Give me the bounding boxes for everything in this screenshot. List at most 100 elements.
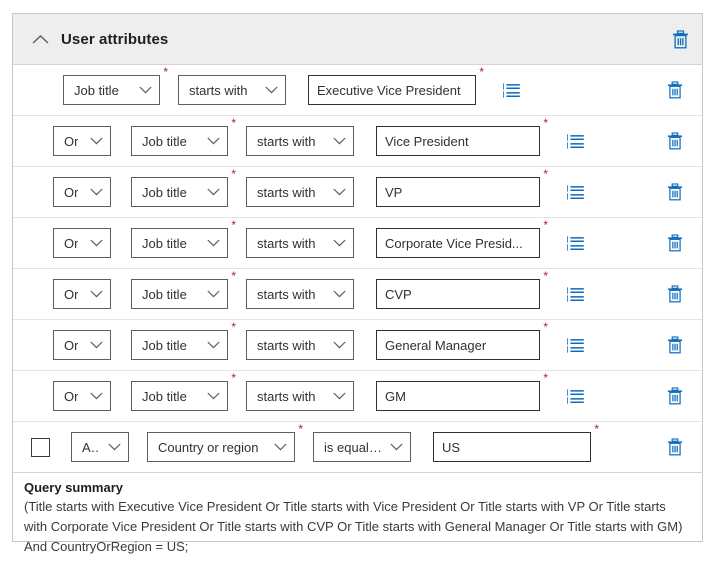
delete-row-button[interactable] — [658, 371, 692, 421]
chevron-down-icon — [390, 443, 403, 451]
attribute-dropdown[interactable]: Job title — [131, 126, 228, 156]
row-select-checkbox-cell — [25, 438, 71, 457]
operator-dropdown[interactable]: starts with — [246, 228, 354, 258]
select-values-button[interactable] — [558, 389, 592, 404]
trash-icon — [667, 183, 683, 201]
attribute-dropdown[interactable]: Country or region — [147, 432, 295, 462]
attribute-dropdown[interactable]: Job title — [63, 75, 160, 105]
delete-row-button[interactable] — [658, 167, 692, 217]
chevron-down-icon — [90, 290, 103, 298]
required-asterisk: * — [163, 66, 168, 78]
delete-row-button[interactable] — [658, 65, 692, 115]
conjunction-value: Or — [64, 236, 78, 251]
value-cell: GM* — [376, 381, 540, 411]
trash-icon — [672, 30, 689, 49]
attribute-value: Job title — [142, 134, 187, 149]
conjunction-dropdown[interactable]: Or — [53, 279, 111, 309]
conjunction-dropdown[interactable]: Or — [53, 177, 111, 207]
select-values-button[interactable] — [558, 185, 592, 200]
user-attributes-panel: User attributes Job title*starts withExe… — [12, 13, 703, 542]
value-input[interactable]: US — [433, 432, 591, 462]
select-values-button[interactable] — [494, 83, 528, 98]
value-text: Executive Vice President — [317, 83, 461, 98]
conjunction-dropdown[interactable]: Or — [53, 126, 111, 156]
value-cell: VP* — [376, 177, 540, 207]
trash-icon — [667, 234, 683, 252]
row-select-checkbox[interactable] — [31, 438, 50, 457]
bulleted-list-icon — [567, 236, 584, 251]
chevron-down-icon — [207, 188, 220, 196]
attribute-value: Job title — [142, 287, 187, 302]
operator-dropdown[interactable]: starts with — [246, 177, 354, 207]
operator-dropdown[interactable]: starts with — [246, 279, 354, 309]
select-values-button[interactable] — [558, 134, 592, 149]
operator-cell: starts with — [246, 381, 354, 411]
attribute-dropdown[interactable]: Job title — [131, 279, 228, 309]
attribute-cell: Country or region* — [147, 432, 295, 462]
value-input[interactable]: GM — [376, 381, 540, 411]
value-input[interactable]: Vice President — [376, 126, 540, 156]
conjunction-dropdown[interactable]: Or — [53, 330, 111, 360]
select-values-button[interactable] — [558, 287, 592, 302]
delete-group-button[interactable] — [658, 14, 702, 64]
value-input[interactable]: VP — [376, 177, 540, 207]
operator-value: starts with — [257, 287, 316, 302]
delete-row-button[interactable] — [658, 116, 692, 166]
required-asterisk: * — [543, 117, 548, 129]
required-asterisk: * — [543, 168, 548, 180]
delete-row-button[interactable] — [658, 320, 692, 370]
delete-row-button[interactable] — [658, 422, 692, 472]
operator-dropdown[interactable]: starts with — [246, 330, 354, 360]
chevron-down-icon — [333, 239, 346, 247]
conjunction-dropdown[interactable]: Or — [53, 228, 111, 258]
value-input[interactable]: Corporate Vice Presid... — [376, 228, 540, 258]
required-asterisk: * — [298, 423, 303, 435]
operator-dropdown[interactable]: starts with — [246, 381, 354, 411]
conjunction-cell: Or — [53, 228, 111, 258]
conjunction-cell: Or — [53, 330, 111, 360]
trash-icon — [667, 132, 683, 150]
delete-row-button[interactable] — [658, 218, 692, 268]
operator-value: is equal to — [324, 440, 382, 455]
chevron-down-icon — [90, 341, 103, 349]
attribute-dropdown[interactable]: Job title — [131, 228, 228, 258]
attribute-dropdown[interactable]: Job title — [131, 381, 228, 411]
select-values-button[interactable] — [558, 338, 592, 353]
delete-row-button[interactable] — [658, 269, 692, 319]
chevron-down-icon — [90, 137, 103, 145]
conjunction-dropdown[interactable]: Or — [53, 381, 111, 411]
bulleted-list-icon — [567, 134, 584, 149]
chevron-up-icon[interactable] — [27, 26, 53, 52]
attribute-value: Job title — [142, 389, 187, 404]
operator-value: starts with — [257, 185, 316, 200]
attribute-cell: Job title* — [131, 126, 228, 156]
operator-dropdown[interactable]: starts with — [246, 126, 354, 156]
required-asterisk: * — [543, 270, 548, 282]
conjunction-value: And — [82, 440, 100, 455]
trash-icon — [667, 336, 683, 354]
value-input[interactable]: CVP — [376, 279, 540, 309]
value-cell: Vice President* — [376, 126, 540, 156]
conjunction-dropdown[interactable]: And — [71, 432, 129, 462]
attribute-cell: Job title* — [131, 279, 228, 309]
operator-dropdown[interactable]: is equal to — [313, 432, 411, 462]
bulleted-list-icon — [567, 185, 584, 200]
chevron-down-icon — [207, 137, 220, 145]
attribute-value: Job title — [74, 83, 119, 98]
operator-dropdown[interactable]: starts with — [178, 75, 286, 105]
condition-row: Job title * starts with Executive Vice Pres… — [13, 65, 702, 116]
required-asterisk: * — [543, 219, 548, 231]
value-input[interactable]: General Manager — [376, 330, 540, 360]
required-asterisk: * — [231, 219, 236, 231]
chevron-down-icon — [333, 188, 346, 196]
value-text: Corporate Vice Presid... — [385, 236, 523, 251]
attribute-dropdown[interactable]: Job title — [131, 330, 228, 360]
condition-rows: Job title*starts withExecutive Vice Pres… — [13, 65, 702, 473]
required-asterisk: * — [479, 66, 484, 78]
conjunction-value: Or — [64, 185, 78, 200]
operator-value: starts with — [257, 236, 316, 251]
value-input[interactable]: Executive Vice President — [308, 75, 476, 105]
conjunction-cell: And — [71, 432, 129, 462]
select-values-button[interactable] — [558, 236, 592, 251]
attribute-dropdown[interactable]: Job title — [131, 177, 228, 207]
